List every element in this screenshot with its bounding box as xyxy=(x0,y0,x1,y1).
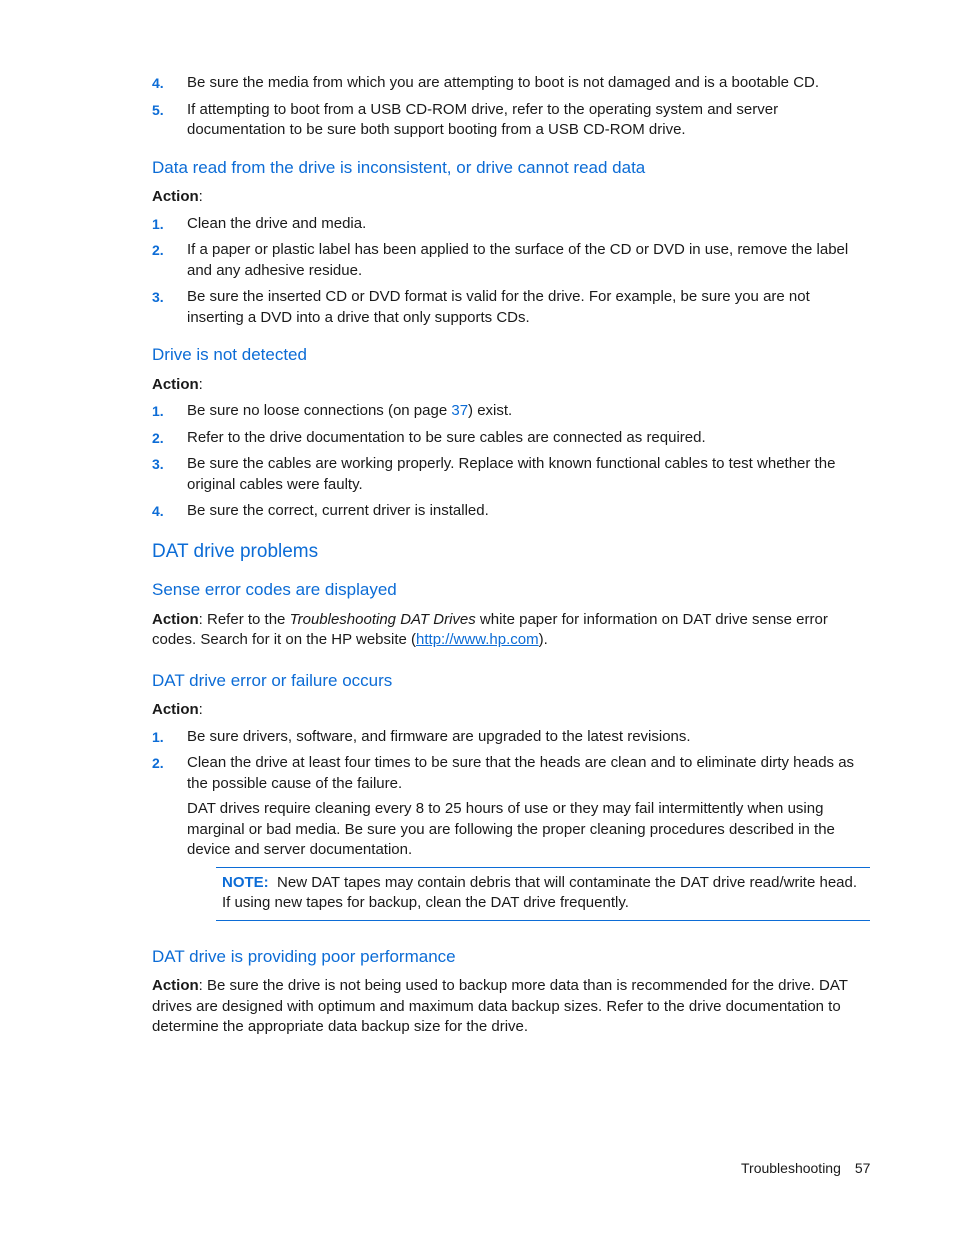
text-segment: ) exist. xyxy=(468,402,513,419)
list-number: 1. xyxy=(152,728,164,745)
list-item: 1. Clean the drive and media. xyxy=(152,214,870,235)
sense-action-paragraph: Action: Refer to the Troubleshooting DAT… xyxy=(152,610,870,651)
section-heading-not-detected: Drive is not detected xyxy=(152,345,307,364)
page-link[interactable]: 37 xyxy=(451,402,468,419)
list-text: Clean the drive and media. xyxy=(187,214,367,232)
list-item: 3. Be sure the inserted CD or DVD format… xyxy=(152,287,870,328)
list-item: 2. If a paper or plastic label has been … xyxy=(152,240,870,281)
list-text: Clean the drive at least four times to b… xyxy=(187,754,855,792)
action-bold: Action xyxy=(152,375,199,393)
cleaning-paragraph: DAT drives require cleaning every 8 to 2… xyxy=(187,800,835,858)
list-text: Refer to the drive documentation to be s… xyxy=(187,428,706,446)
list-item: 4. Be sure the correct, current driver i… xyxy=(152,501,870,522)
list-number: 4. xyxy=(152,75,164,91)
footer-section: Troubleshooting xyxy=(741,1160,841,1176)
list-text: Be sure drivers, software, and firmware … xyxy=(187,727,691,745)
document-page: 4. Be sure the media from which you are … xyxy=(152,73,870,1038)
document-title: Troubleshooting DAT Drives xyxy=(289,610,476,628)
list-item: 4. Be sure the media from which you are … xyxy=(152,73,870,94)
section-heading-dat-problems: DAT drive problems xyxy=(152,540,319,562)
text-segment: : Be sure the drive is not being used to… xyxy=(152,977,848,1035)
performance-action-paragraph: Action: Be sure the drive is not being u… xyxy=(152,976,870,1038)
list-text: If a paper or plastic label has been app… xyxy=(187,241,849,279)
list-number: 1. xyxy=(152,215,164,232)
list-text: Be sure the media from which you are att… xyxy=(187,74,820,91)
action-bold: Action xyxy=(152,610,199,628)
note-box: NOTE: New DAT tapes may contain debris t… xyxy=(216,866,870,921)
list-number: 4. xyxy=(152,503,164,519)
section-heading-failure: DAT drive error or failure occurs xyxy=(152,670,393,690)
list-number: 2. xyxy=(152,242,164,258)
hp-website-link[interactable]: http://www.hp.com xyxy=(416,631,539,648)
list-number: 1. xyxy=(152,403,164,419)
list-number: 3. xyxy=(152,456,164,472)
list-text: If attempting to boot from a USB CD-ROM … xyxy=(187,100,779,139)
list-number: 3. xyxy=(152,289,164,305)
action-bold: Action xyxy=(152,977,199,994)
list-text: Be sure the inserted CD or DVD format is… xyxy=(187,288,810,326)
list-text: Be sure the correct, current driver is i… xyxy=(187,502,489,519)
list-number: 5. xyxy=(152,101,164,118)
action-label: Action: xyxy=(152,701,203,718)
list-item: 5. If attempting to boot from a USB CD-R… xyxy=(152,100,870,141)
section-heading-inconsistent-data: Data read from the drive is inconsistent… xyxy=(152,157,646,177)
action-label: Action: xyxy=(152,375,203,393)
text-segment: : Refer to the xyxy=(198,610,290,628)
list-item: 2. Clean the drive at least four times t… xyxy=(152,753,870,794)
list-item: 2. Refer to the drive documentation to b… xyxy=(152,428,870,449)
text-segment: Be sure no loose connections (on page xyxy=(187,402,452,419)
action-bold: Action xyxy=(152,701,199,718)
list-item: 1. Be sure drivers, software, and firmwa… xyxy=(152,727,870,748)
section-heading-performance: DAT drive is providing poor performance xyxy=(152,946,456,966)
list-item: 1. Be sure no loose connections (on page… xyxy=(152,401,870,422)
list-number: 2. xyxy=(152,429,164,446)
list-item: 3. Be sure the cables are working proper… xyxy=(152,454,870,495)
list-number: 2. xyxy=(152,755,164,771)
page-number: 57 xyxy=(854,1160,871,1176)
section-heading-sense-errors: Sense error codes are displayed xyxy=(152,580,397,599)
action-label: Action: xyxy=(152,188,203,205)
action-bold: Action xyxy=(152,188,199,205)
list-text: Be sure no loose connections (on page 37… xyxy=(187,402,512,419)
note-text: New DAT tapes may contain debris that wi… xyxy=(222,873,858,912)
page-footer: Troubleshooting 57 xyxy=(741,1158,870,1179)
list-text: Be sure the cables are working properly.… xyxy=(187,455,836,493)
note-label: NOTE: xyxy=(222,873,269,891)
text-segment: ). xyxy=(538,631,548,648)
